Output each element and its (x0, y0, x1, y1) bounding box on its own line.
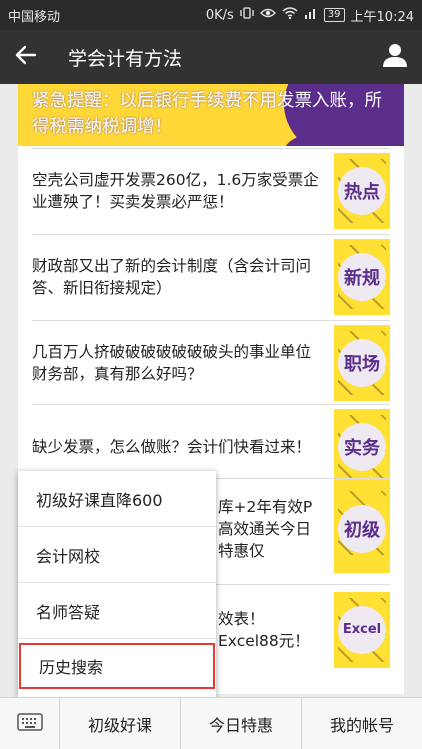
article-tag: 热点 (338, 166, 386, 215)
article-thumbnail: 热点 (334, 152, 390, 229)
page-title: 学会计有方法 (68, 47, 183, 70)
submenu-popup: 初级好课直降600 会计网校 名师答疑 历史搜索 (18, 471, 216, 697)
eye-icon (259, 7, 276, 23)
article-tag: 实务 (338, 422, 386, 471)
article-tag: Excel (338, 605, 386, 654)
status-bar: 中国移动 0K/s 39 上午10:24 (0, 0, 422, 30)
network-speed: 0K/s (205, 7, 234, 23)
back-button[interactable] (0, 30, 52, 84)
vibrate-icon (240, 6, 254, 24)
article-thumbnail: 实务 (334, 408, 390, 485)
wifi-icon (282, 7, 298, 23)
menu-tab-my-account[interactable]: 我的帐号 (302, 698, 422, 749)
profile-button[interactable] (368, 30, 422, 84)
menu-item-qa[interactable]: 名师答疑 (18, 583, 216, 639)
nav-header: 学会计有方法 (0, 30, 422, 84)
arrow-left-icon (15, 45, 37, 69)
bottom-menu: 初级好课 今日特惠 我的帐号 (0, 697, 422, 749)
menu-item-promo[interactable]: 初级好课直降600 (18, 471, 216, 527)
article-item[interactable]: 空壳公司虚开发票260亿，1.6万家受票企业遭殃了！买卖发票必严惩！ 热点 (32, 148, 390, 232)
article-thumbnail: Excel (334, 591, 390, 668)
person-icon (383, 43, 407, 71)
menu-item-history-search[interactable]: 历史搜索 (19, 643, 215, 689)
article-item[interactable]: 几百万人挤破破破破破破破头的事业单位财务部，真有那么好吗？ 职场 (32, 320, 390, 404)
article-thumbnail: 职场 (334, 324, 390, 401)
article-title: 财政部又出了新的会计制度（含会计司问答、新旧衔接规定） (32, 256, 312, 297)
menu-item-online-school[interactable]: 会计网校 (18, 527, 216, 583)
keyboard-toggle-button[interactable] (0, 698, 60, 749)
clock: 上午10:24 (350, 9, 414, 25)
article-tag: 初级 (338, 504, 386, 553)
menu-tab-daily-deal[interactable]: 今日特惠 (181, 698, 302, 749)
keyboard-icon (16, 712, 43, 736)
article-title: 几百万人挤破破破破破破破头的事业单位财务部，真有那么好吗？ (32, 342, 312, 383)
article-thumbnail: 新规 (334, 238, 390, 315)
banner-article[interactable]: 紧急提醒：以后银行手续费不用发票入账，所得税需纳税调增！ (18, 84, 404, 146)
article-title: 缺少发票，怎么做账？会计们快看过来！ (32, 437, 312, 456)
status-indicators: 0K/s 39 上午10:24 (206, 6, 414, 25)
article-title: 空壳公司虚开发票260亿，1.6万家受票企业遭殃了！买卖发票必严惩！ (32, 170, 319, 211)
article-thumbnail: 初级 (334, 484, 390, 573)
signal-icon (304, 7, 318, 23)
banner-title: 紧急提醒：以后银行手续费不用发票入账，所得税需纳税调增！ (32, 91, 382, 137)
article-tag: 职场 (338, 338, 386, 387)
battery-icon: 39 (323, 8, 345, 22)
carrier-label: 中国移动 (8, 9, 61, 25)
article-tag: 新规 (338, 252, 386, 301)
article-item[interactable]: 财政部又出了新的会计制度（含会计司问答、新旧衔接规定） 新规 (32, 234, 390, 318)
menu-tab-primary-course[interactable]: 初级好课 (60, 698, 181, 749)
